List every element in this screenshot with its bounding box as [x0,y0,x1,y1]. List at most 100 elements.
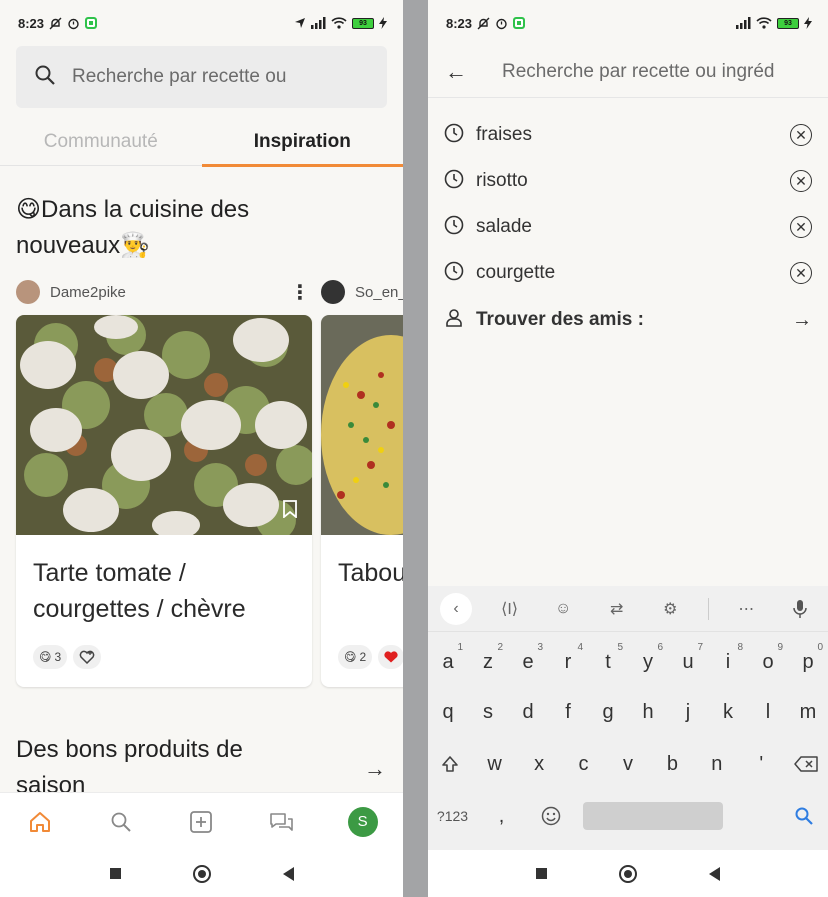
more-icon[interactable]: ⋯ [730,593,762,625]
status-bar: 8:23 93 [428,0,828,46]
key[interactable]: e3 [511,642,545,682]
bookmark-icon[interactable] [282,500,298,523]
recipe-card[interactable]: Tarte tomate / courgettes / chèvre 😋 3 [16,315,312,687]
remove-history-icon[interactable]: ✕ [790,262,812,284]
home-button-icon[interactable] [619,864,637,883]
key[interactable]: k [711,692,745,732]
translate-icon[interactable]: ⇄ [601,593,633,625]
heart-plus-icon[interactable] [73,645,102,669]
clock-icon [444,215,464,240]
key[interactable]: s [471,692,505,732]
period-key[interactable] [738,796,772,836]
key[interactable]: u7 [671,642,705,682]
key[interactable]: w [478,744,512,784]
emoji-icon[interactable] [534,796,568,836]
key[interactable]: o9 [751,642,785,682]
history-item[interactable]: fraises ✕ [428,112,828,158]
battery-icon: 93 [777,17,799,29]
chevron-left-icon[interactable]: ‹ [440,592,472,625]
heart-icon[interactable] [378,645,403,669]
remove-history-icon[interactable]: ✕ [790,170,812,192]
history-label: salade [476,216,532,237]
remove-history-icon[interactable]: ✕ [790,216,812,238]
recents-icon[interactable] [536,868,547,879]
reaction-yum[interactable]: 😋 3 [33,645,68,669]
key[interactable]: m [791,692,825,732]
key[interactable]: g [591,692,625,732]
arrow-right-icon: → [792,308,812,331]
wifi-icon [756,17,772,29]
dnd-icon [477,17,490,30]
key[interactable]: v [611,744,645,784]
search-input[interactable]: Recherche par recette ou [16,46,387,108]
author-name: So_en_c [355,283,403,301]
key[interactable]: ' [744,744,778,784]
find-friends-row[interactable]: Trouver des amis : → [428,297,828,343]
key[interactable]: c [567,744,601,784]
shift-icon[interactable] [433,744,467,784]
key[interactable]: p0 [791,642,825,682]
backspace-icon[interactable] [789,744,823,784]
yum-emoji-icon: 😋 [39,650,52,664]
key[interactable]: f [551,692,585,732]
key[interactable]: d [511,692,545,732]
history-label: courgette [476,262,556,283]
key[interactable]: r4 [551,642,585,682]
back-icon[interactable] [282,866,294,881]
key[interactable]: q [431,692,465,732]
key[interactable]: j [671,692,705,732]
key[interactable]: a1 [431,642,465,682]
sticker-icon[interactable]: ☺ [547,593,579,625]
key[interactable]: l [751,692,785,732]
history-item[interactable]: salade ✕ [428,204,828,250]
home-button-icon[interactable] [192,864,211,883]
history-item[interactable]: risotto ✕ [428,158,828,204]
add-recipe-icon[interactable] [181,802,221,842]
profile-initial: S [347,806,378,837]
recipe-image [16,315,312,540]
microphone-icon[interactable] [784,593,816,625]
system-nav-bar [428,850,828,897]
search-icon[interactable] [101,802,141,842]
symbols-key[interactable]: ?123 [436,796,470,836]
charging-icon [804,17,812,29]
more-options-icon[interactable]: ⋮ [290,283,310,303]
search-key-icon[interactable] [787,796,821,836]
reaction-yum[interactable]: 😋 2 [338,645,373,669]
space-key[interactable] [582,802,723,830]
text-cursor-icon[interactable]: ⟨I⟩ [494,593,526,625]
card-author[interactable]: Dame2pike [16,280,126,304]
key[interactable]: b [655,744,689,784]
section-title: 😋Dans la cuisine des nouveaux👨‍🍳 [16,196,250,259]
arrow-right-icon[interactable]: → [364,756,386,782]
key[interactable]: x [522,744,556,784]
recipe-title: Tarte tomate / courgettes / chèvre [33,559,246,623]
key[interactable]: z2 [471,642,505,682]
card-author[interactable]: So_en_c [321,280,403,304]
remove-history-icon[interactable]: ✕ [790,124,812,146]
back-arrow-icon[interactable]: ← [428,59,484,85]
history-item[interactable]: courgette ✕ [428,250,828,296]
keyboard: ‹ ⟨I⟩ ☺ ⇄ ⚙ ⋯ a1 z2 e3 r4 t5 y6 u7 i8 o9… [428,586,828,850]
profile-avatar[interactable]: S [343,802,383,842]
key[interactable]: y6 [631,642,665,682]
back-icon[interactable] [709,866,720,881]
comma-key[interactable]: , [485,796,519,836]
search-icon [34,64,56,91]
status-time: 8:23 [446,15,473,31]
key[interactable]: i8 [711,642,745,682]
search-header: ← Recherche par recette ou ingréd [428,46,828,98]
recents-icon[interactable] [109,868,121,879]
signal-icon [736,17,751,29]
tab-inspiration[interactable]: Inspiration [201,118,404,167]
key[interactable]: n [700,744,734,784]
chat-icon[interactable] [262,802,302,842]
search-input[interactable]: Recherche par recette ou ingréd [502,61,775,83]
gear-icon[interactable]: ⚙ [654,593,686,625]
key[interactable]: h [631,692,665,732]
tab-communaute[interactable]: Communauté [0,118,202,165]
keyboard-row-1: a1 z2 e3 r4 t5 y6 u7 i8 o9 p0 [428,636,828,688]
home-icon[interactable] [20,802,60,842]
key[interactable]: t5 [591,642,625,682]
recipe-card[interactable]: Tabou 😋 2 [321,315,403,687]
